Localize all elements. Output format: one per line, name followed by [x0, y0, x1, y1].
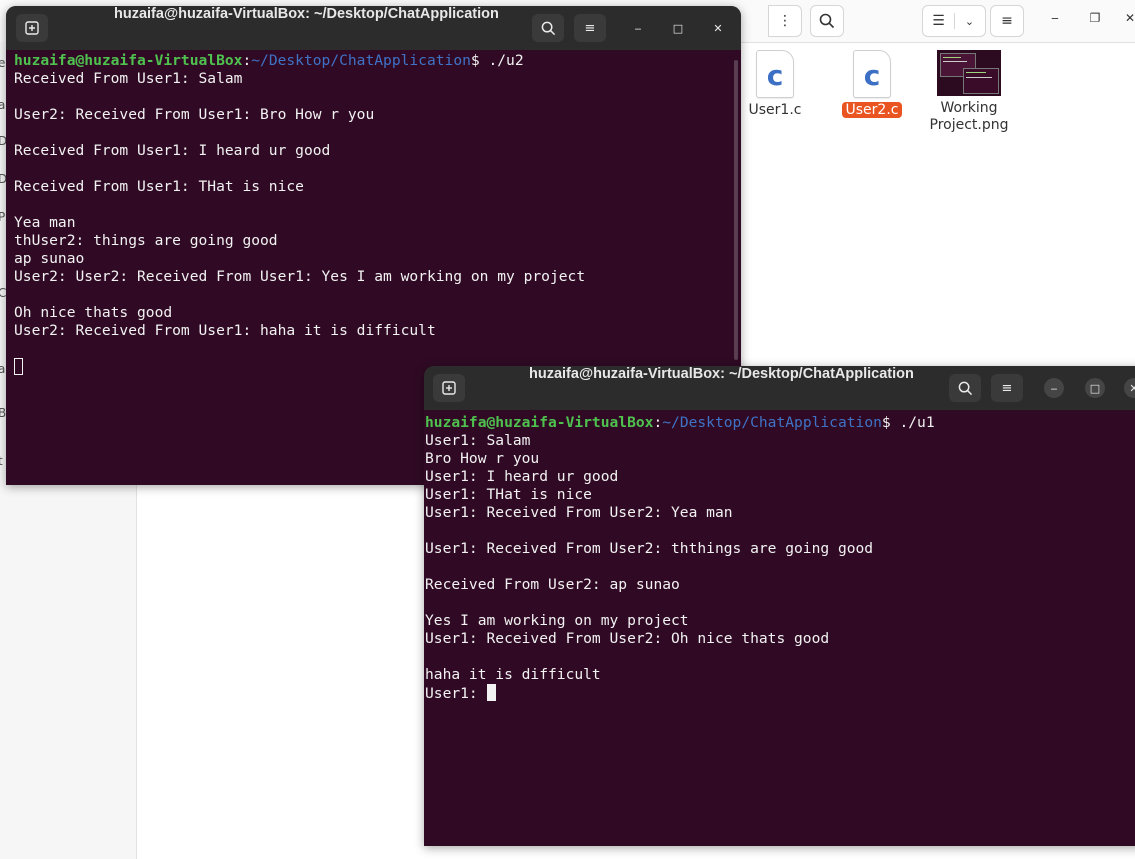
prompt-line: huzaifa@huzaifa-VirtualBox:~/Desktop/Cha…: [425, 414, 935, 431]
hamburger-menu-icon[interactable]: ≡: [991, 374, 1023, 402]
sidebar-fragment: e: [0, 56, 6, 70]
new-tab-icon[interactable]: [16, 14, 48, 42]
output-lines: User1: Salam Bro How r you User1: I heard …: [424, 432, 1135, 684]
minimize-button[interactable]: ‒: [628, 18, 648, 38]
close-button[interactable]: ✕: [1120, 11, 1135, 25]
terminal-line: Yea man: [14, 214, 76, 231]
maximize-button[interactable]: ❐: [1085, 11, 1105, 25]
terminal-line: User1: Salam: [425, 432, 531, 449]
maximize-button[interactable]: □: [1085, 378, 1105, 398]
terminal-line: ap sunao: [14, 250, 85, 267]
text-cursor: [14, 358, 23, 375]
c-source-file-icon: c: [853, 50, 891, 98]
terminal-line: Received From User1: Salam: [14, 70, 243, 87]
terminal-line: Oh nice thats good: [14, 304, 173, 321]
terminal-output[interactable]: huzaifa@huzaifa-VirtualBox:~/Desktop/Cha…: [424, 410, 1135, 846]
view-switcher[interactable]: ☰ ⌄: [922, 5, 986, 37]
more-vertical-icon[interactable]: ⋮: [768, 5, 802, 37]
scrollbar[interactable]: [734, 60, 738, 360]
terminal-line: Received From User2: ap sunao: [425, 576, 680, 593]
terminal-line: User1: Received From User2: ththings are…: [425, 540, 874, 557]
search-icon[interactable]: [532, 14, 564, 42]
image-thumbnail-icon: [937, 50, 1001, 96]
sidebar-fragment: a: [0, 362, 6, 376]
terminal-line: User2: User2: Received From User1: Yes I…: [14, 268, 586, 285]
maximize-button[interactable]: □: [668, 18, 688, 38]
terminal-line: User1: Received From User2: Yea man: [425, 504, 733, 521]
search-icon[interactable]: [810, 5, 844, 37]
minimize-button[interactable]: ‒: [1045, 11, 1065, 25]
hamburger-menu-icon[interactable]: ≡: [574, 14, 606, 42]
text-cursor: [486, 684, 496, 701]
window-title: huzaifa@huzaifa-VirtualBox: ~/Desktop/Ch…: [529, 366, 914, 382]
new-tab-icon[interactable]: [433, 374, 465, 402]
output-lines: Received From User1: Salam User2: Receive…: [6, 70, 741, 358]
input-line[interactable]: User1:: [424, 684, 1135, 702]
hamburger-menu-icon[interactable]: ≡: [990, 5, 1024, 37]
terminal-line: Received From User1: I heard ur good: [14, 142, 331, 159]
terminal-titlebar[interactable]: huzaifa@huzaifa-VirtualBox: ~/Desktop/Ch…: [424, 366, 1135, 410]
terminal-line: User1: THat is nice: [425, 486, 592, 503]
terminal-line: User1: Received From User2: Oh nice that…: [425, 630, 830, 647]
terminal-titlebar[interactable]: huzaifa@huzaifa-VirtualBox: ~/Desktop/Ch…: [6, 6, 741, 50]
sidebar-fragment: a: [0, 98, 6, 112]
search-icon[interactable]: [949, 374, 981, 402]
terminal-line: Yes I am working on my project: [425, 612, 689, 629]
terminal-line: User2: Received From User1: Bro How r yo…: [14, 106, 375, 123]
chevron-down-icon[interactable]: ⌄: [955, 15, 985, 28]
file-working-project-png[interactable]: Working Project.png: [924, 50, 1014, 134]
sidebar-fragment: t: [0, 454, 3, 468]
terminal-line: User2: Received From User1: haha it is d…: [14, 322, 436, 339]
terminal-line: User1: I heard ur good: [425, 468, 619, 485]
list-view-icon[interactable]: ☰: [924, 13, 955, 29]
close-button[interactable]: ✕: [1124, 378, 1135, 398]
file-user2-c[interactable]: c User2.c: [827, 50, 917, 118]
prompt-line: huzaifa@huzaifa-VirtualBox:~/Desktop/Cha…: [14, 52, 524, 69]
file-name: User1.c: [748, 102, 802, 118]
window-title: huzaifa@huzaifa-VirtualBox: ~/Desktop/Ch…: [114, 6, 499, 22]
file-name-line1: Working: [940, 100, 998, 116]
sidebar-fragment: P: [0, 210, 6, 224]
file-name-line2: Project.png: [929, 117, 1009, 133]
file-name: User2.c: [841, 102, 903, 118]
terminal-line: Received From User1: THat is nice: [14, 178, 304, 195]
terminal-line: haha it is difficult: [425, 666, 601, 683]
terminal-line: thUser2: things are going good: [14, 232, 278, 249]
close-button[interactable]: ✕: [708, 18, 728, 38]
terminal-window-u1[interactable]: huzaifa@huzaifa-VirtualBox: ~/Desktop/Ch…: [424, 366, 1135, 846]
minimize-button[interactable]: ‒: [1044, 378, 1064, 398]
c-source-file-icon: c: [756, 50, 794, 98]
file-user1-c[interactable]: c User1.c: [730, 50, 820, 118]
terminal-line: Bro How r you: [425, 450, 540, 467]
